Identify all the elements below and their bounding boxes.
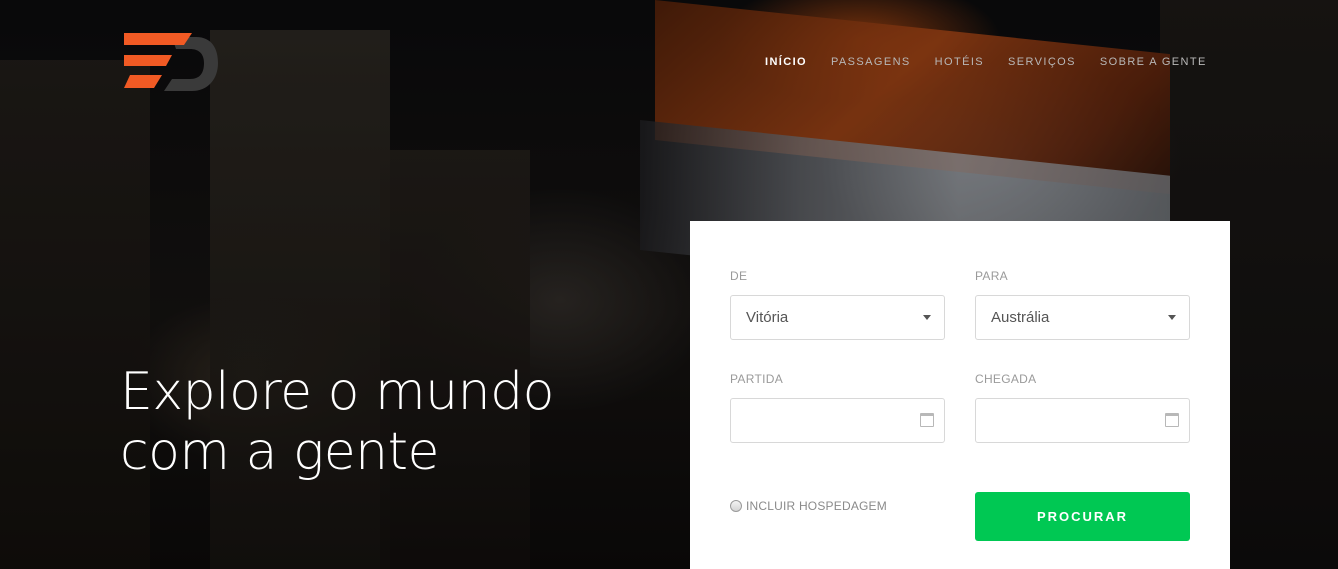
to-select-value: Austrália <box>991 309 1050 326</box>
to-select[interactable]: Austrália <box>975 295 1190 340</box>
main-nav: INÍCIO PASSAGENS HOTÉIS SERVIÇOS SOBRE A… <box>765 56 1207 68</box>
arrival-date-input[interactable] <box>975 398 1190 443</box>
include-lodging-radio[interactable] <box>730 500 742 512</box>
nav-item-inicio[interactable]: INÍCIO <box>765 56 807 68</box>
nav-item-hoteis[interactable]: HOTÉIS <box>935 56 984 68</box>
booking-form-card: DE Vitória PARA Austrália PARTIDA CHEGAD… <box>690 221 1230 569</box>
hero-headline: Explore o mundo com a gente <box>120 362 640 482</box>
include-lodging-label: INCLUIR HOSPEDAGEM <box>746 499 887 513</box>
nav-item-passagens[interactable]: PASSAGENS <box>831 56 911 68</box>
to-label: PARA <box>975 269 1008 283</box>
chevron-down-icon <box>923 315 931 320</box>
departure-label: PARTIDA <box>730 372 784 386</box>
nav-item-sobre-a-gente[interactable]: SOBRE A GENTE <box>1100 56 1207 68</box>
headline-line-2: com a gente <box>120 422 440 482</box>
include-lodging-option[interactable]: INCLUIR HOSPEDAGEM <box>730 499 887 513</box>
from-select[interactable]: Vitória <box>730 295 945 340</box>
nav-item-servicos[interactable]: SERVIÇOS <box>1008 56 1076 68</box>
arrival-label: CHEGADA <box>975 372 1037 386</box>
calendar-icon <box>1165 413 1179 427</box>
from-label: DE <box>730 269 748 283</box>
from-select-value: Vitória <box>746 309 789 326</box>
chevron-down-icon <box>1168 315 1176 320</box>
site-logo[interactable] <box>124 33 218 93</box>
departure-date-input[interactable] <box>730 398 945 443</box>
headline-line-1: Explore o mundo <box>120 362 554 422</box>
search-button[interactable]: PROCURAR <box>975 492 1190 541</box>
calendar-icon <box>920 413 934 427</box>
